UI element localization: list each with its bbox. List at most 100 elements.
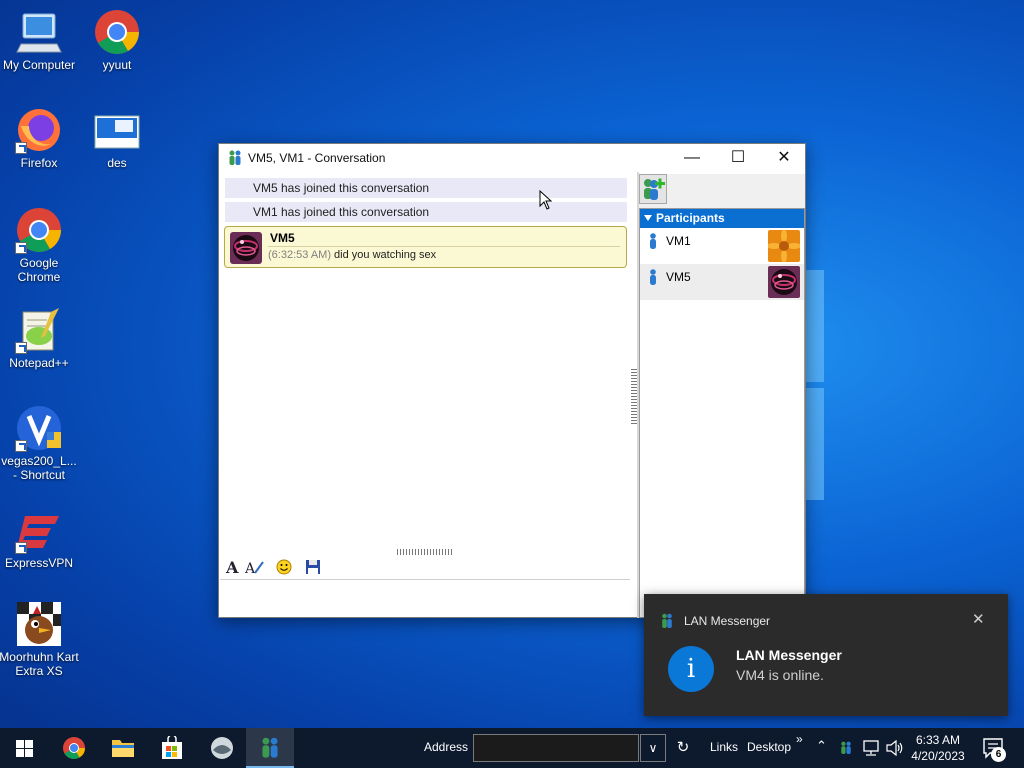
notepad-plus-plus-icon <box>15 306 63 354</box>
svg-text:A: A <box>245 561 256 575</box>
chrome-icon <box>93 8 141 56</box>
desktop-icon-label: Notepad++ <box>9 356 69 370</box>
toast-title: LAN Messenger <box>736 647 842 663</box>
desktop-toolbar[interactable]: Desktop <box>747 740 791 754</box>
toast-body: VM4 is online. <box>736 667 824 683</box>
participant-item-vm1[interactable]: VM1 <box>640 228 804 264</box>
lan-messenger-tray-icon[interactable] <box>840 740 852 756</box>
message-bubble: VM5 (6:32:53 AM) did you watching sex <box>224 226 627 268</box>
desktop-icon-label: My Computer <box>2 58 76 72</box>
toast-close-button[interactable]: ✕ <box>972 610 985 628</box>
info-icon: i <box>668 646 714 692</box>
start-button[interactable] <box>0 728 48 768</box>
user-icon <box>648 269 658 285</box>
desktop-icon-google-chrome[interactable]: Google Chrome <box>0 206 79 284</box>
avatar <box>768 230 800 262</box>
smiley-icon <box>276 559 292 575</box>
desktop-icon-firefox[interactable]: Firefox <box>0 106 79 170</box>
desktop-icon-des[interactable]: des <box>77 106 157 170</box>
participant-item-vm5[interactable]: VM5 <box>640 264 804 300</box>
computer-icon <box>15 8 63 56</box>
address-label: Address <box>424 740 469 754</box>
message-input[interactable] <box>220 581 630 617</box>
participants-pane: Participants VM1 VM5 <box>639 174 805 618</box>
format-toolbar: A A <box>220 556 630 580</box>
desktop-icon-expressvpn[interactable]: ExpressVPN <box>0 506 79 570</box>
desktop-icon-label: Firefox <box>20 156 58 170</box>
save-button[interactable] <box>302 559 324 579</box>
desktop-icon-label: ExpressVPN <box>4 556 74 570</box>
network-icon[interactable] <box>862 740 880 756</box>
moorhuhn-icon <box>15 600 63 648</box>
toast-app-name: LAN Messenger <box>684 614 771 628</box>
taskbar: Address ∨ ↻ Links Desktop » ⌃ 6:33 AM 4/… <box>0 728 1024 768</box>
add-user-icon <box>644 178 665 200</box>
toolbar-overflow-button[interactable]: » <box>796 732 803 746</box>
avatar <box>230 232 262 264</box>
system-message: VM5 has joined this conversation <box>225 178 627 198</box>
desktop-icon-label: Moorhuhn Kart Extra XS <box>0 650 79 678</box>
lan-messenger-icon <box>661 613 673 629</box>
svg-text:A: A <box>225 559 239 575</box>
taskbar-app[interactable] <box>198 728 246 768</box>
show-hidden-icons-button[interactable]: ⌃ <box>816 738 827 754</box>
store-icon <box>162 736 182 759</box>
conversation-window[interactable]: VM5, VM1 - Conversation — ☐ ✕ VM5 has jo… <box>218 143 806 618</box>
collapse-triangle-icon <box>644 215 652 221</box>
chrome-icon <box>15 206 63 254</box>
lan-messenger-icon <box>262 737 278 758</box>
user-icon <box>648 233 658 249</box>
participants-group-header[interactable]: Participants <box>640 209 804 228</box>
clock-date: 4/20/2023 <box>911 749 965 763</box>
desktop-icon-label: des <box>107 156 127 170</box>
refresh-icon: ↻ <box>676 739 690 756</box>
taskbar-file-explorer[interactable] <box>99 728 147 768</box>
message-sender: VM5 <box>270 231 295 245</box>
desktop-icon-label: yyuut <box>102 58 132 72</box>
folder-icon <box>112 740 134 757</box>
window-titlebar[interactable]: VM5, VM1 - Conversation — ☐ ✕ <box>219 144 805 172</box>
desktop-icon-yyuut[interactable]: yyuut <box>77 8 157 72</box>
message-time: (6:32:53 AM) <box>268 249 331 261</box>
desktop-icon-label: vegas200_L... - Shortcut <box>1 454 77 482</box>
emoticon-button[interactable] <box>273 559 295 579</box>
address-refresh-button[interactable]: ↻ <box>668 734 698 762</box>
system-clock[interactable]: 6:33 AM 4/20/2023 <box>902 732 974 764</box>
window-title: VM5, VM1 - Conversation <box>248 151 386 165</box>
notification-count-badge: 6 <box>991 747 1006 762</box>
desktop-icon-notepad-plus-plus[interactable]: Notepad++ <box>0 306 79 370</box>
save-icon <box>306 560 320 574</box>
desktop-icon-moorhuhn[interactable]: Moorhuhn Kart Extra XS <box>0 600 79 678</box>
vegas-icon <box>15 404 63 452</box>
desktop-icon-my-computer[interactable]: My Computer <box>0 8 79 72</box>
add-participant-button[interactable] <box>639 174 667 204</box>
participant-name: VM1 <box>666 234 691 248</box>
participant-name: VM5 <box>666 270 691 284</box>
clock-time: 6:33 AM <box>915 733 961 747</box>
maximize-button[interactable]: ☐ <box>715 144 761 172</box>
message-text: did you watching sex <box>334 249 437 261</box>
horizontal-splitter-handle[interactable] <box>397 549 453 555</box>
round-app-icon <box>211 737 233 759</box>
desktop-icon-vegas[interactable]: vegas200_L... - Shortcut <box>0 404 79 482</box>
font-icon: A <box>225 558 239 577</box>
expressvpn-icon <box>15 506 63 554</box>
font-color-icon: A <box>244 561 264 577</box>
firefox-icon <box>15 106 63 154</box>
font-color-button[interactable]: A <box>244 559 266 579</box>
desktop-icon-label: Google Chrome <box>17 256 61 284</box>
close-button[interactable]: ✕ <box>761 144 807 172</box>
system-message: VM1 has joined this conversation <box>225 202 627 222</box>
links-toolbar[interactable]: Links <box>710 740 738 754</box>
taskbar-chrome[interactable] <box>50 728 98 768</box>
taskbar-store[interactable] <box>148 728 196 768</box>
avatar <box>768 266 800 298</box>
taskbar-lan-messenger[interactable] <box>246 728 294 768</box>
address-input[interactable] <box>473 734 639 762</box>
toast-notification[interactable]: LAN Messenger ✕ i LAN Messenger VM4 is o… <box>644 594 1008 716</box>
font-button[interactable]: A <box>222 558 244 579</box>
minimize-button[interactable]: — <box>669 144 715 172</box>
participants-header-label: Participants <box>656 211 725 225</box>
address-dropdown-button[interactable]: ∨ <box>640 734 666 762</box>
chevron-down-icon: ∨ <box>648 741 658 755</box>
